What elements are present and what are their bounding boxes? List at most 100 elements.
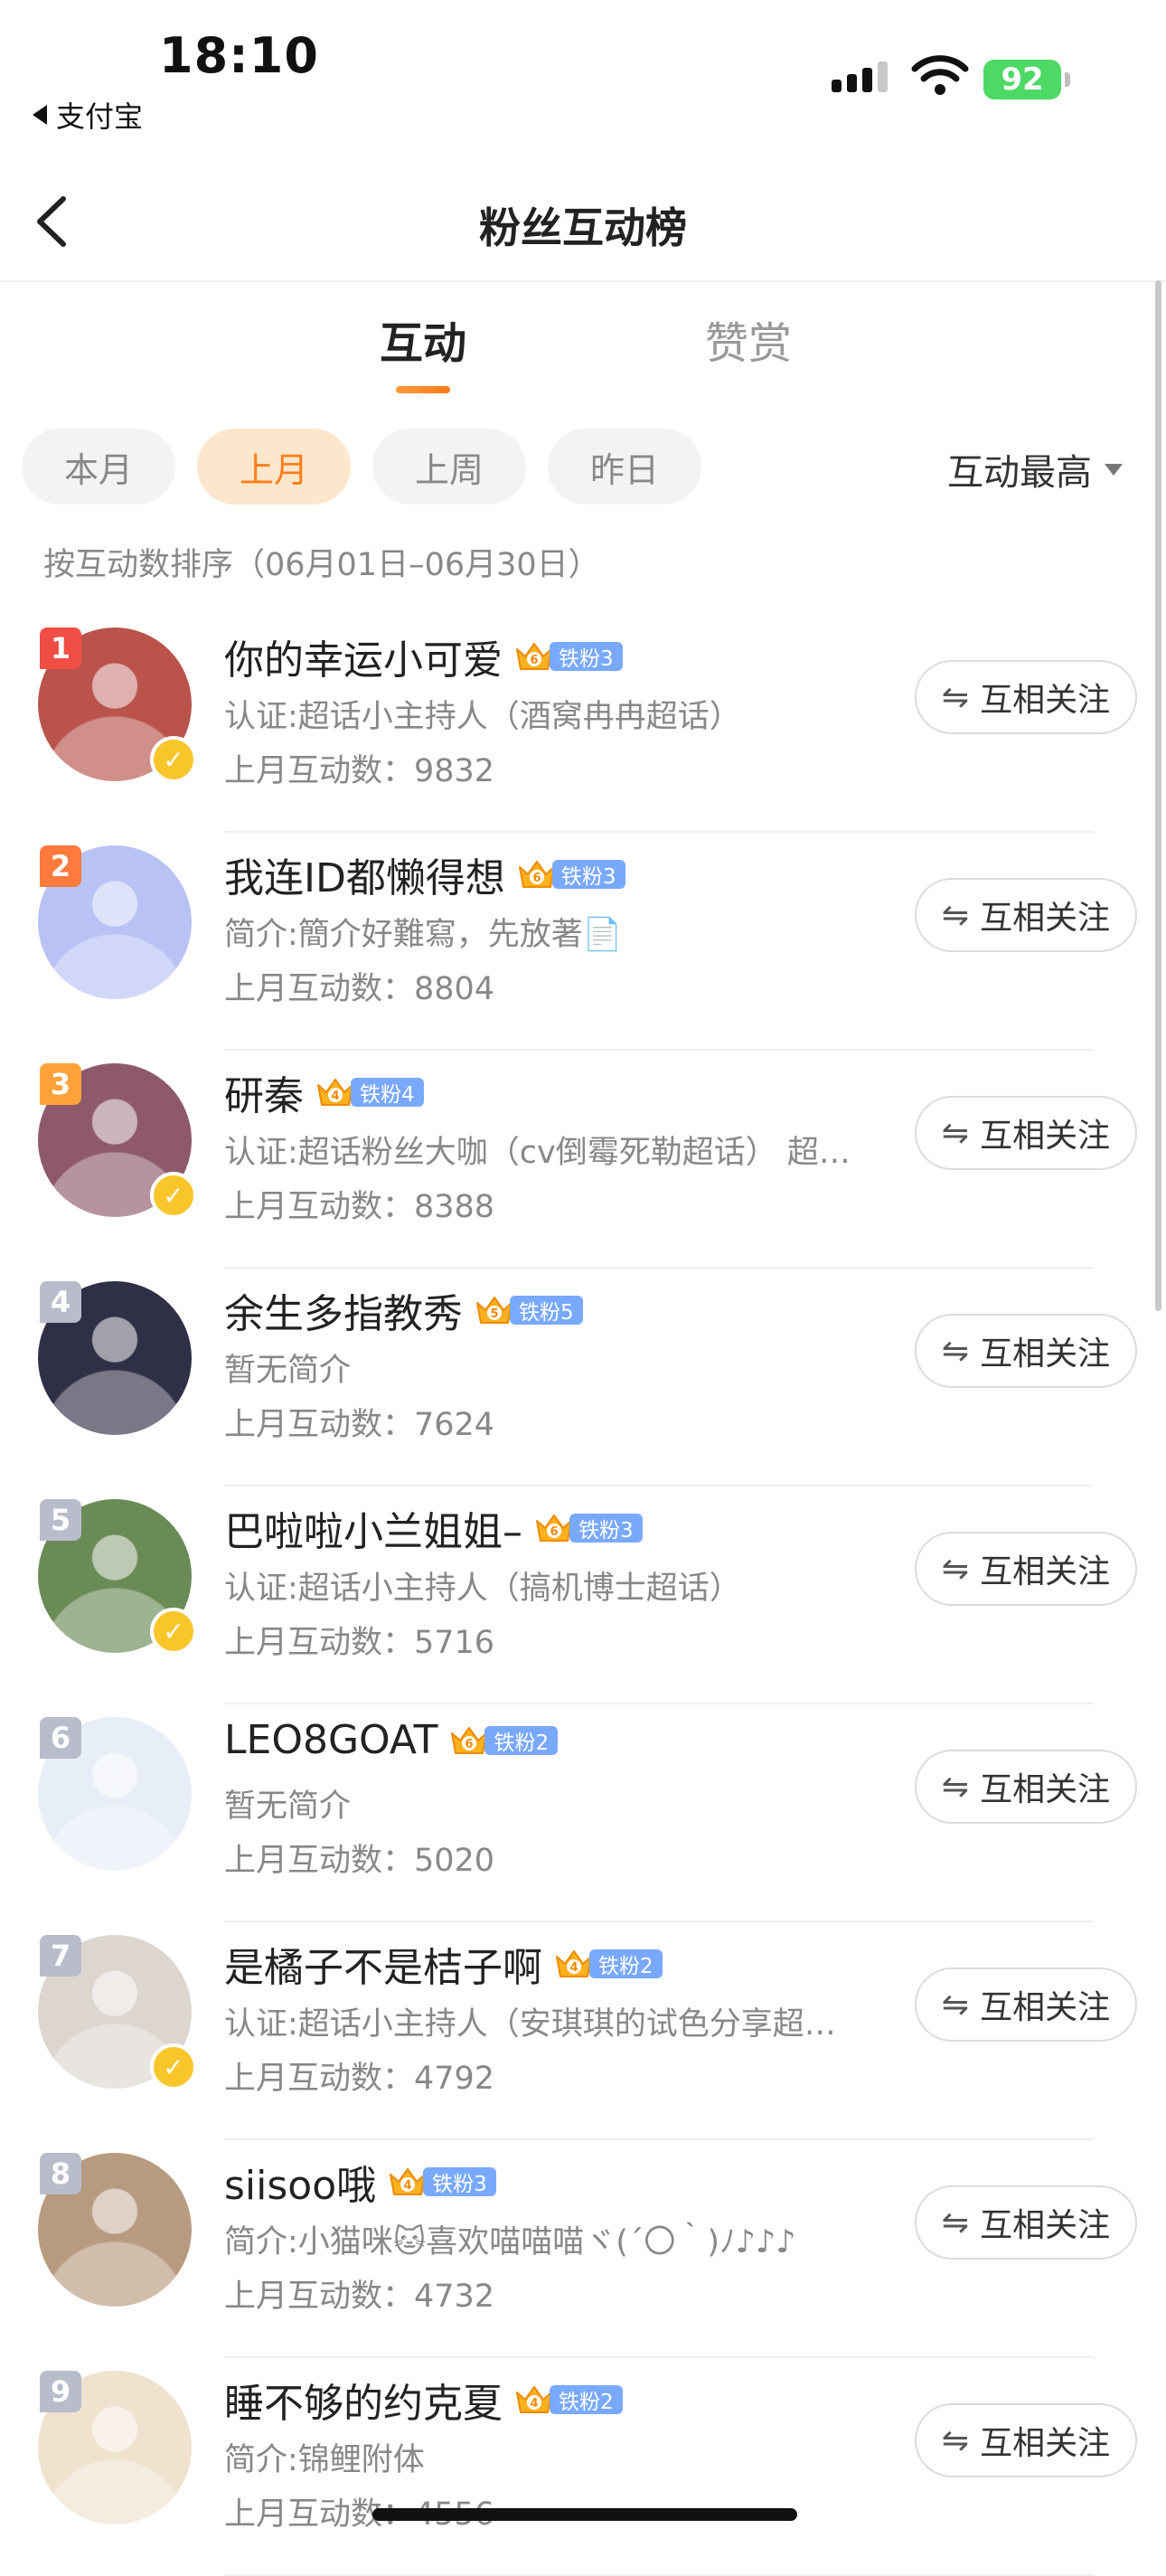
fan-row[interactable]: 7 ✓ 是橘子不是桔子啊 4 铁粉2 认证:超话小主持人（安琪琪的试色分享超… … <box>0 1922 1166 2140</box>
fan-name[interactable]: siisoo哦 <box>224 2153 376 2211</box>
mutual-follow-button[interactable]: ⇋ 互相关注 <box>915 2185 1137 2260</box>
rank-badge: 7 <box>40 1935 81 1977</box>
fan-description: 认证:超话小主持人（安琪琪的试色分享超… <box>224 2006 836 2043</box>
period-chip-last-week[interactable]: 上周 <box>372 429 526 505</box>
fan-level-badge: 6 铁粉3 <box>516 856 625 892</box>
fan-row[interactable]: 2 我连ID都懒得想 6 铁粉3 简介:簡介好難寫，先放著📄 上月互动数：880… <box>0 833 1166 1051</box>
name-line: 睡不够的约克夏 4 铁粉2 <box>224 2371 623 2429</box>
status-bar: 18:10 支付宝 92 <box>0 0 1166 145</box>
back-to-app-link[interactable]: 支付宝 <box>33 94 143 136</box>
fan-row[interactable]: 3 ✓ 研秦 4 铁粉4 认证:超话粉丝大咖（cv倒霉死勒超话） 超… 上月互动… <box>0 1051 1166 1269</box>
follow-label: 互相关注 <box>980 2425 1111 2462</box>
rank-badge: 6 <box>40 1717 81 1759</box>
mutual-follow-button[interactable]: ⇋ 互相关注 <box>915 1314 1137 1388</box>
interaction-count: 上月互动数：8804 <box>224 971 495 1007</box>
svg-text:5: 5 <box>490 1307 498 1321</box>
fan-description: 简介:锦鲤附体 <box>224 2442 425 2478</box>
fan-name[interactable]: 我连ID都懒得想 <box>224 845 505 903</box>
sort-hint: 按互动数排序（06月01日–06月30日） <box>43 547 600 583</box>
iron-fan-tag: 铁粉4 <box>351 1078 424 1107</box>
rank-number: 5 <box>50 1503 71 1537</box>
mutual-follow-button[interactable]: ⇋ 互相关注 <box>915 660 1137 734</box>
fan-name[interactable]: 余生多指教秀 <box>224 1281 463 1339</box>
follow-label: 互相关注 <box>980 1771 1111 1808</box>
rank-badge: 9 <box>40 2371 81 2412</box>
fan-level-badge: 5 铁粉5 <box>474 1292 583 1328</box>
mutual-follow-button[interactable]: ⇋ 互相关注 <box>915 2403 1137 2477</box>
sort-dropdown[interactable]: 互动最高 <box>947 443 1123 495</box>
mutual-follow-button[interactable]: ⇋ 互相关注 <box>915 1532 1137 1606</box>
iron-fan-tag: 铁粉3 <box>423 2167 496 2196</box>
iron-fan-tag: 铁粉5 <box>510 1296 583 1325</box>
mutual-follow-button[interactable]: ⇋ 互相关注 <box>915 1750 1137 1824</box>
fan-row[interactable]: 1 ✓ 你的幸运小可爱 6 铁粉3 认证:超话小主持人（酒窝冉冉超话） 上月互动… <box>0 615 1166 833</box>
iron-fan-tag: 铁粉3 <box>550 642 623 671</box>
swap-arrows-icon: ⇋ <box>941 1114 970 1152</box>
period-chip-yesterday[interactable]: 昨日 <box>548 429 701 505</box>
tab-reward[interactable]: 赞赏 <box>705 307 792 371</box>
crown-icon: 6 <box>518 861 555 888</box>
mutual-follow-button[interactable]: ⇋ 互相关注 <box>915 1967 1137 2042</box>
verified-icon: ✓ <box>150 1608 197 1655</box>
swap-arrows-icon: ⇋ <box>941 2421 970 2459</box>
fan-description: 暂无简介 <box>224 1788 352 1825</box>
rank-badge: 2 <box>40 845 81 887</box>
back-app-label: 支付宝 <box>56 99 144 134</box>
rank-number: 7 <box>50 1939 71 1973</box>
fan-name[interactable]: 巴啦啦小兰姐姐– <box>224 1499 522 1557</box>
fan-row[interactable]: 9 睡不够的约克夏 4 铁粉2 简介:锦鲤附体 上月互动数：4556 ⇋ 互相关… <box>0 2358 1166 2576</box>
iron-fan-tag: 铁粉2 <box>550 2385 623 2414</box>
name-line: 我连ID都懒得想 6 铁粉3 <box>224 845 625 903</box>
fan-description: 认证:超话粉丝大咖（cv倒霉死勒超话） 超… <box>224 1135 851 1171</box>
period-chip-this-month[interactable]: 本月 <box>22 429 175 505</box>
swap-arrows-icon: ⇋ <box>941 678 970 716</box>
interaction-count: 上月互动数：9832 <box>224 753 495 789</box>
interaction-count: 上月互动数：4792 <box>224 2061 495 2097</box>
follow-label: 互相关注 <box>980 1118 1111 1155</box>
rank-number: 1 <box>50 631 71 665</box>
swap-arrows-icon: ⇋ <box>941 1986 970 2024</box>
iron-fan-tag: 铁粉2 <box>484 1725 559 1755</box>
fan-name[interactable]: 你的幸运小可爱 <box>224 627 503 685</box>
follow-label: 互相关注 <box>980 1335 1111 1373</box>
caret-down-icon <box>1105 463 1123 476</box>
name-line: 研秦 4 铁粉4 <box>224 1063 424 1121</box>
interaction-count: 上月互动数：8388 <box>224 1189 495 1225</box>
sort-label: 互动最高 <box>947 452 1092 494</box>
tab-active-indicator <box>396 386 450 393</box>
fan-description: 认证:超话小主持人（酒窝冉冉超话） <box>224 699 741 735</box>
fan-row[interactable]: 6 LEO8GOAT 6 铁粉2 暂无简介 上月互动数：5020 ⇋ 互相关注 <box>0 1704 1166 1922</box>
battery-icon: 92 <box>983 60 1061 99</box>
mutual-follow-button[interactable]: ⇋ 互相关注 <box>915 878 1137 952</box>
svg-text:6: 6 <box>530 654 538 667</box>
period-chip-last-month[interactable]: 上月 <box>197 429 351 505</box>
rank-badge: 1 <box>40 627 81 669</box>
fan-name[interactable]: 是橘子不是桔子啊 <box>224 1935 542 1993</box>
mutual-follow-button[interactable]: ⇋ 互相关注 <box>915 1096 1137 1170</box>
svg-text:6: 6 <box>532 872 541 885</box>
fan-name[interactable]: LEO8GOAT <box>224 1717 437 1763</box>
back-triangle-icon <box>33 105 47 125</box>
name-line: 你的幸运小可爱 6 铁粉3 <box>224 627 623 685</box>
fan-row[interactable]: 5 ✓ 巴啦啦小兰姐姐– 6 铁粉3 认证:超话小主持人（搞机博士超话） 上月互… <box>0 1486 1166 1704</box>
fan-description: 认证:超话小主持人（搞机博士超话） <box>224 1571 741 1607</box>
name-line: 余生多指教秀 5 铁粉5 <box>224 1281 583 1339</box>
cellular-signal-icon <box>832 61 888 92</box>
fan-name[interactable]: 研秦 <box>224 1063 304 1121</box>
svg-text:4: 4 <box>530 2397 538 2411</box>
svg-text:4: 4 <box>331 1090 339 1103</box>
fan-row[interactable]: 4 余生多指教秀 5 铁粉5 暂无简介 上月互动数：7624 ⇋ 互相关注 <box>0 1269 1166 1486</box>
fan-description: 简介:簡介好難寫，先放著📄 <box>224 917 623 953</box>
fan-level-badge: 6 铁粉2 <box>448 1722 559 1759</box>
svg-text:4: 4 <box>569 1961 578 1975</box>
fan-name[interactable]: 睡不够的约克夏 <box>224 2371 503 2429</box>
fan-row[interactable]: 8 siisoo哦 4 铁粉3 简介:小猫咪🐱喜欢喵喵喵ヾ(´〇｀)ﾉ♪♪♪ 上… <box>0 2140 1166 2358</box>
page-title: 粉丝互动榜 <box>479 203 687 252</box>
rank-badge: 5 <box>40 1499 81 1541</box>
interaction-count: 上月互动数：5716 <box>224 1625 495 1661</box>
tab-interaction[interactable]: 互动 <box>380 307 466 371</box>
swap-arrows-icon: ⇋ <box>941 1768 970 1806</box>
verified-icon: ✓ <box>150 1172 197 1219</box>
verified-icon: ✓ <box>150 736 197 783</box>
rank-number: 2 <box>50 849 71 883</box>
